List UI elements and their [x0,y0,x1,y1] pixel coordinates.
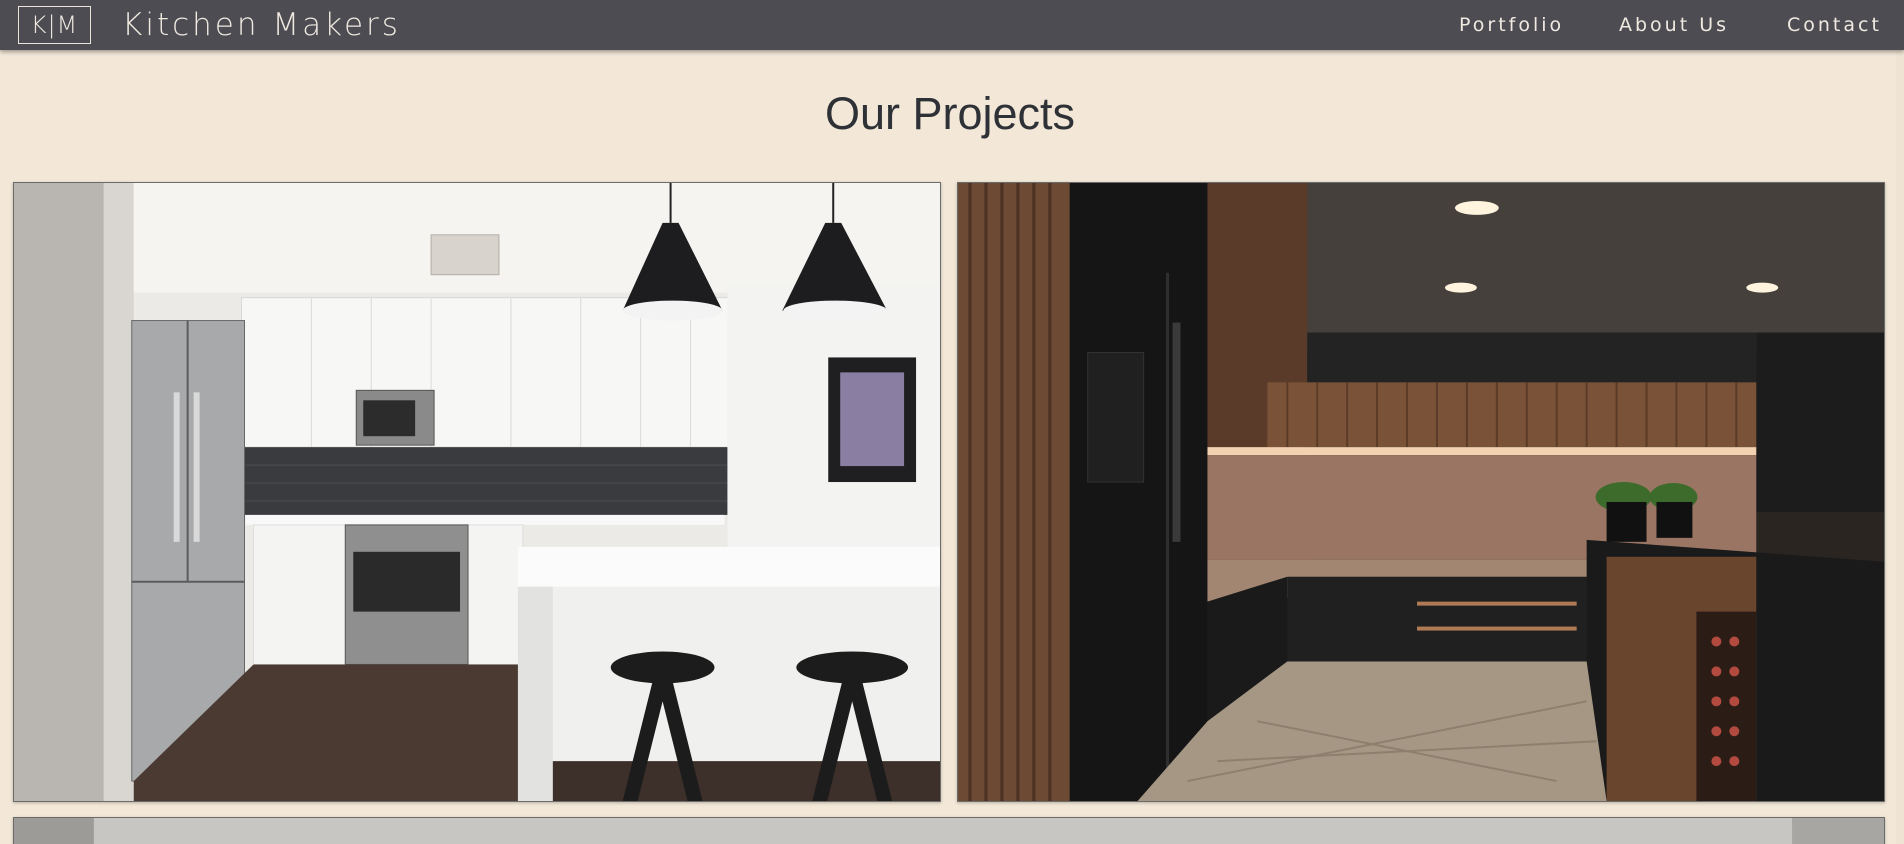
nav-link-portfolio[interactable]: Portfolio [1459,12,1564,38]
nav-link-about-us[interactable]: About Us [1619,12,1729,38]
top-navbar: K|M Kitchen Makers Portfolio About Us Co… [0,0,1904,50]
logo-text: K|M [30,11,79,39]
project-image-white-kitchen [14,183,940,801]
nav-link-contact[interactable]: Contact [1787,12,1882,38]
project-card-third[interactable] [13,817,1885,844]
project-card-dark-kitchen[interactable] [957,182,1885,802]
project-image-third [14,818,1884,844]
logo[interactable]: K|M [18,6,91,44]
page-scrollbar[interactable] [1896,50,1904,844]
project-image-dark-kitchen [958,183,1884,801]
project-card-white-kitchen[interactable] [13,182,941,802]
brand-name[interactable]: Kitchen Makers [122,4,401,46]
page-title: Our Projects [824,88,1076,139]
